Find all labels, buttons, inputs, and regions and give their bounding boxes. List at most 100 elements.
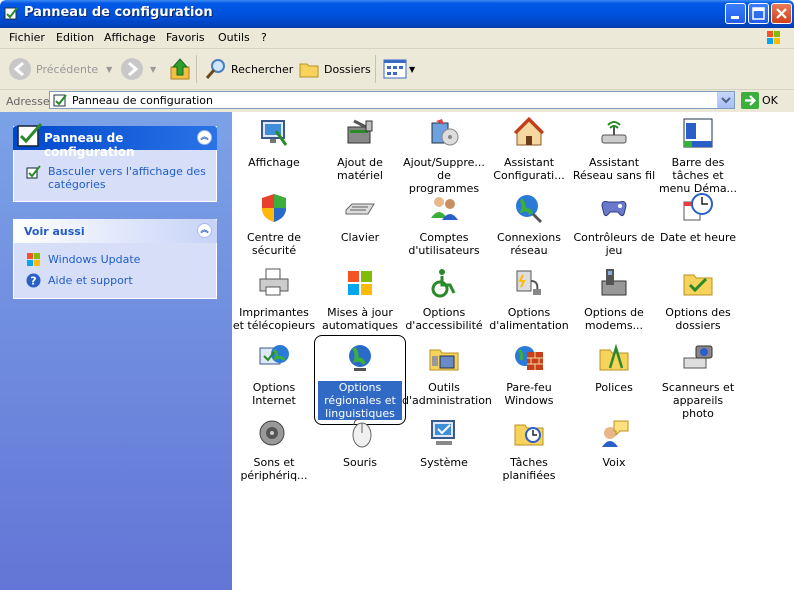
forward-button[interactable]: ▼ [120,49,156,89]
views-dropdown-icon[interactable]: ▼ [409,65,415,74]
forward-arrow-icon [121,58,143,80]
collapse-icon[interactable]: ︽ [197,223,212,238]
item-date-et-heure[interactable]: Date et heure [656,192,740,244]
collapse-icon[interactable]: ︽ [197,130,212,145]
security-center-icon [262,194,286,222]
item-options-modems[interactable]: Options de modems... [572,267,656,332]
item-label: Assistant Réseau sans fil [572,156,656,182]
item-label: Pare-feu Windows [504,381,554,407]
item-clavier[interactable]: Clavier [318,192,402,244]
item-barre-des-taches[interactable]: Barre des tâches et menu Déma... [656,117,740,195]
windows-logo-icon [767,31,780,44]
item-sons[interactable]: Sons et périphériq... [232,417,316,482]
item-mises-a-jour-automatiques[interactable]: Mises à jour automatiques [318,267,402,332]
item-ajout-suppression-programmes[interactable]: Ajout/Suppre... de programmes [402,117,486,195]
administrative-tools-icon [429,349,459,371]
panel-title: Panneau de configuration [44,131,135,159]
address-dropdown-button[interactable] [717,92,734,108]
item-options-accessibilite[interactable]: Options d'accessibilité [402,267,486,332]
up-folder-button[interactable] [169,49,191,89]
item-connexions-reseau[interactable]: Connexions réseau [487,192,571,257]
menu-help[interactable]: ? [261,31,267,44]
help-support-link[interactable]: Aide et support [48,274,133,287]
go-button[interactable]: OK [741,92,778,109]
item-label: Clavier [340,231,380,244]
item-affichage[interactable]: Affichage [232,117,316,169]
item-label: Polices [595,381,633,394]
item-label: Barre des tâches et menu Déma... [658,156,738,195]
views-icon [383,59,407,79]
switch-view-icon [26,165,41,179]
item-controleurs-de-jeu[interactable]: Contrôleurs de jeu [572,192,656,257]
scanner-camera-icon [683,345,713,369]
item-label: Ajout de matériel [337,156,383,182]
item-label: Options Internet [252,381,296,407]
item-imprimantes[interactable]: Imprimantes et télécopieurs [232,267,316,332]
item-assistant-reseau-sans-fil[interactable]: Assistant Réseau sans fil [572,117,656,182]
item-souris[interactable]: Souris [318,417,402,469]
folders-button[interactable]: Dossiers [298,49,371,89]
item-label: Options régionales et linguistiques [318,381,402,420]
wireless-network-icon [601,121,627,144]
network-setup-wizard-icon [513,116,545,146]
address-input[interactable]: Panneau de configuration [49,91,735,109]
item-ajout-materiel[interactable]: Ajout de matériel [318,117,402,182]
item-taches-planifiees[interactable]: Tâches planifiées [487,417,571,482]
menu-outils[interactable]: Outils [218,31,250,44]
item-options-internet[interactable]: Options Internet [232,342,316,407]
forward-dropdown-icon[interactable]: ▼ [150,65,156,74]
internet-options-icon [259,345,289,365]
item-label: Connexions réseau [497,231,561,257]
item-label: Imprimantes et télécopieurs [232,306,316,332]
back-button[interactable]: Précédente ▼ [8,49,112,89]
item-assistant-configuration[interactable]: Assistant Configurati... [487,116,571,182]
add-hardware-icon [347,119,373,144]
item-label: Centre de sécurité [246,231,302,257]
item-outils-administration[interactable]: Outils d'administration [402,342,492,407]
panel-header[interactable]: Voir aussi ︽ [13,219,217,243]
item-label: Ajout/Suppre... de programmes [403,156,485,195]
item-centre-de-securite[interactable]: Centre de sécurité [232,192,316,257]
item-comptes-utilisateurs[interactable]: Comptes d'utilisateurs [402,192,486,257]
item-label: Comptes d'utilisateurs [408,231,480,257]
views-button[interactable]: ▼ [383,49,415,89]
panel-header[interactable]: Panneau de configuration ︽ [13,123,217,159]
clock-calendar-icon [683,193,713,221]
item-pare-feu-windows[interactable]: Pare-feu Windows [487,342,571,407]
switch-category-view-link[interactable]: Basculer vers l'affichage des catégories [48,165,208,191]
search-button[interactable]: Rechercher [204,49,293,89]
menu-favoris[interactable]: Favoris [166,31,205,44]
item-polices[interactable]: Polices [572,342,656,394]
folders-icon [299,63,319,78]
minimize-button[interactable] [725,3,746,24]
maximize-button[interactable] [748,3,769,24]
back-dropdown-icon[interactable]: ▼ [106,65,112,74]
item-voix[interactable]: Voix [572,417,656,469]
display-icon [261,120,288,146]
speech-icon [602,420,629,447]
firewall-icon [515,346,543,370]
item-label: Mises à jour automatiques [321,306,399,332]
minimize-icon [731,16,739,19]
item-options-alimentation[interactable]: Options d'alimentation [487,267,571,332]
mouse-icon [352,418,372,448]
control-panel-panel: Panneau de configuration ︽ Basculer vers… [13,123,217,202]
item-options-dossiers[interactable]: Options des dossiers [656,267,740,332]
task-pane: Panneau de configuration ︽ Basculer vers… [0,112,232,590]
item-label: Outils d'administration [402,381,492,407]
item-label: Tâches planifiées [502,456,556,482]
menu-fichier[interactable]: Fichier [9,31,45,44]
menu-bar: Fichier Edition Affichage Favoris Outils… [0,28,794,49]
control-panel-icon [17,123,43,147]
item-label: Options d'alimentation [489,306,569,332]
windows-update-link[interactable]: Windows Update [48,253,140,266]
item-options-regionales[interactable]: Options régionales et linguistiques [318,342,402,420]
title-bar[interactable]: Panneau de configuration [0,0,794,28]
close-button[interactable] [771,3,792,24]
item-scanneurs-appareils-photo[interactable]: Scanneurs et appareils photo [656,342,740,420]
up-folder-icon [170,58,190,80]
search-icon [205,59,225,79]
menu-affichage[interactable]: Affichage [104,31,156,44]
menu-edition[interactable]: Edition [56,31,94,44]
item-systeme[interactable]: Système [402,417,486,469]
